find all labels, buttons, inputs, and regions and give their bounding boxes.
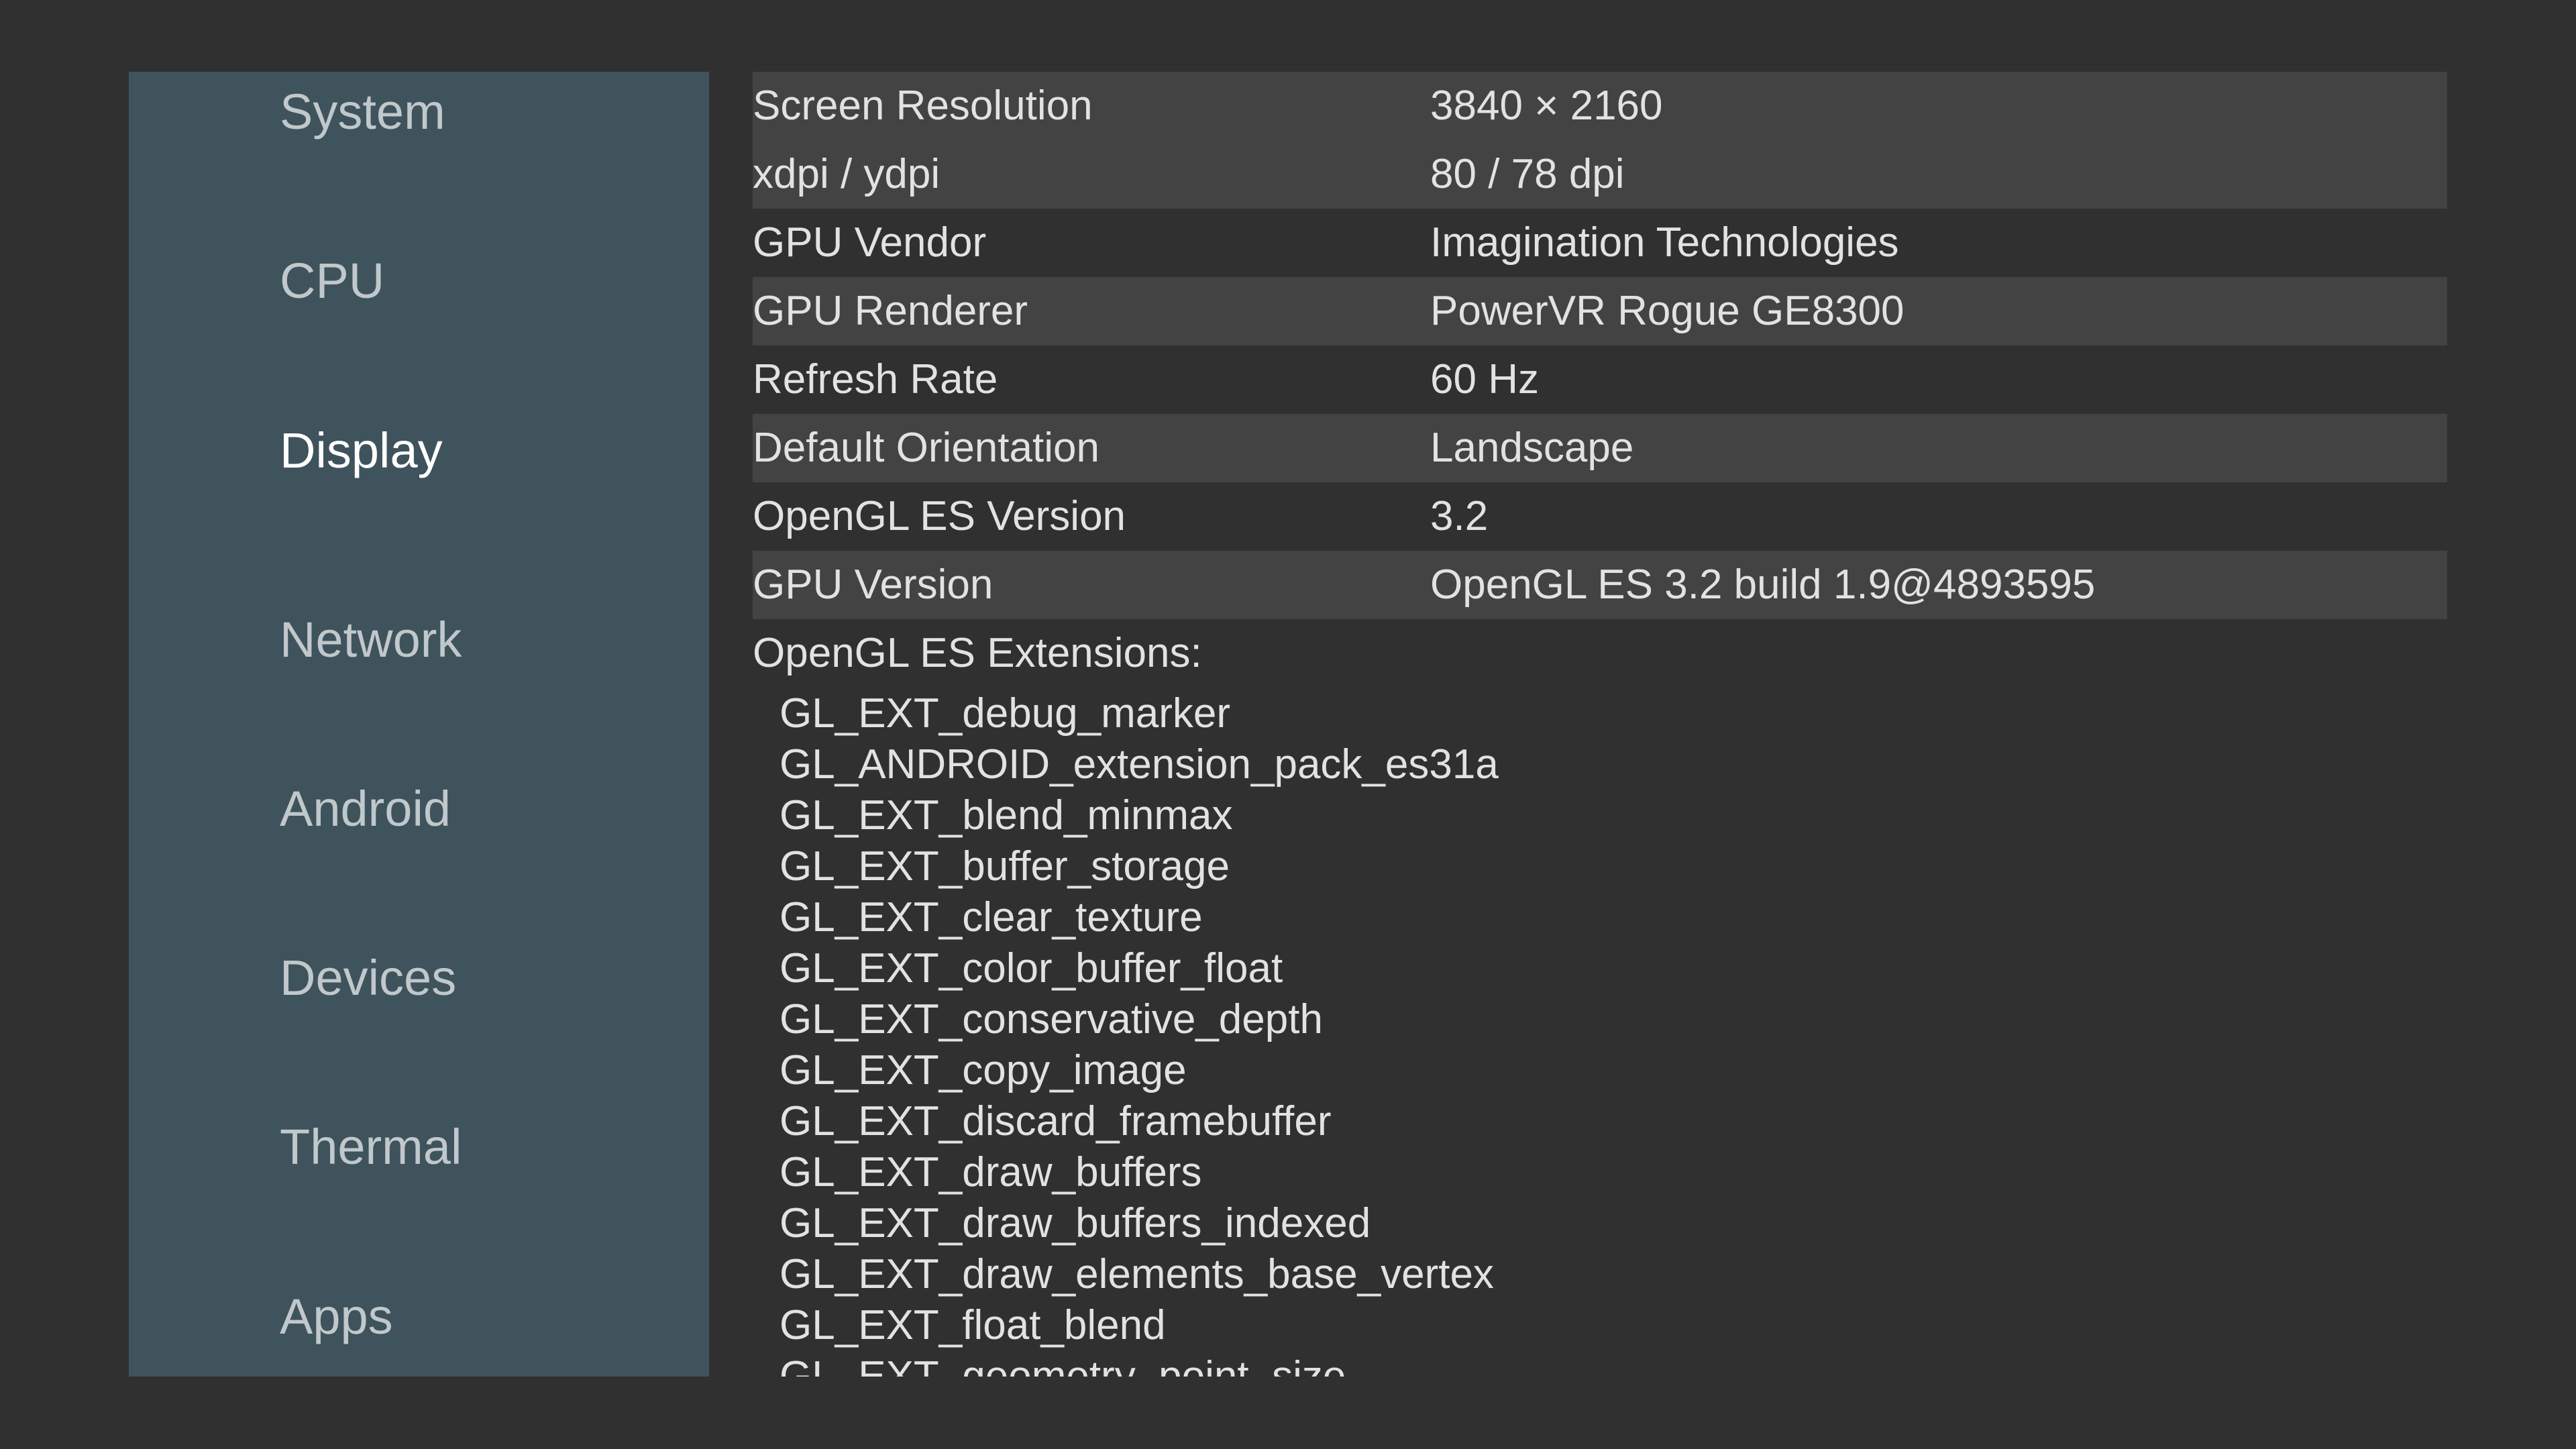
sidebar-item-apps[interactable]: Apps bbox=[280, 1287, 393, 1347]
list-item: GL_EXT_clear_texture bbox=[780, 894, 1203, 941]
sidebar-item-cpu[interactable]: CPU bbox=[280, 251, 384, 311]
row-value: 60 Hz bbox=[1430, 356, 1539, 402]
row-value: Landscape bbox=[1430, 425, 1634, 471]
row-value: 3840 × 2160 bbox=[1430, 83, 1663, 129]
sidebar-item-system[interactable]: System bbox=[280, 82, 445, 142]
info-row-gpu-renderer: GPU Renderer PowerVR Rogue GE8300 bbox=[753, 277, 2447, 345]
list-item: GL_EXT_draw_buffers_indexed bbox=[780, 1200, 1371, 1246]
sidebar-item-android[interactable]: Android bbox=[280, 779, 451, 839]
extensions-title: OpenGL ES Extensions: bbox=[753, 630, 1202, 676]
info-row-gpu-vendor: GPU Vendor Imagination Technologies bbox=[753, 209, 2447, 277]
info-row-default-orientation: Default Orientation Landscape bbox=[753, 414, 2447, 482]
sidebar: System CPU Display Network Android Devic… bbox=[129, 72, 709, 1377]
row-value: OpenGL ES 3.2 build 1.9@4893595 bbox=[1430, 561, 2096, 608]
info-table: Screen Resolution 3840 × 2160 xdpi / ydp… bbox=[753, 72, 2447, 619]
list-item: GL_EXT_float_blend bbox=[780, 1302, 1166, 1348]
list-item: GL_EXT_debug_marker bbox=[780, 690, 1231, 737]
info-row-refresh-rate: Refresh Rate 60 Hz bbox=[753, 345, 2447, 414]
extensions-list: GL_EXT_debug_marker GL_ANDROID_extension… bbox=[780, 688, 1499, 1377]
list-item: GL_ANDROID_extension_pack_es31a bbox=[780, 741, 1499, 788]
sidebar-item-devices[interactable]: Devices bbox=[280, 948, 456, 1008]
row-value: Imagination Technologies bbox=[1430, 219, 1899, 266]
row-key: OpenGL ES Version bbox=[753, 493, 1126, 539]
list-item: GL_EXT_buffer_storage bbox=[780, 843, 1230, 890]
list-item: GL_EXT_discard_framebuffer bbox=[780, 1098, 1332, 1144]
row-key: GPU Vendor bbox=[753, 219, 987, 266]
row-value: 3.2 bbox=[1430, 493, 1489, 539]
list-item: GL_EXT_conservative_depth bbox=[780, 996, 1323, 1042]
row-key: Default Orientation bbox=[753, 425, 1099, 471]
display-info-panel[interactable]: Screen Resolution 3840 × 2160 xdpi / ydp… bbox=[753, 72, 2447, 1377]
list-item: GL_EXT_draw_elements_base_vertex bbox=[780, 1251, 1494, 1297]
list-item: GL_EXT_color_buffer_float bbox=[780, 945, 1283, 991]
info-row-dpi: xdpi / ydpi 80 / 78 dpi bbox=[753, 140, 2447, 209]
list-item: GL_EXT_geometry_point_size bbox=[780, 1353, 1346, 1377]
row-key: GPU Renderer bbox=[753, 288, 1028, 334]
info-row-screen-resolution: Screen Resolution 3840 × 2160 bbox=[753, 72, 2447, 140]
row-key: GPU Version bbox=[753, 561, 994, 608]
list-item: GL_EXT_draw_buffers bbox=[780, 1149, 1202, 1195]
row-key: Refresh Rate bbox=[753, 356, 998, 402]
info-row-gpu-version: GPU Version OpenGL ES 3.2 build 1.9@4893… bbox=[753, 551, 2447, 619]
sidebar-item-network[interactable]: Network bbox=[280, 610, 462, 670]
row-key: Screen Resolution bbox=[753, 83, 1093, 129]
row-value: 80 / 78 dpi bbox=[1430, 151, 1625, 197]
sidebar-item-thermal[interactable]: Thermal bbox=[280, 1117, 462, 1177]
info-row-opengl-es-version: OpenGL ES Version 3.2 bbox=[753, 482, 2447, 551]
row-key: xdpi / ydpi bbox=[753, 151, 941, 197]
list-item: GL_EXT_copy_image bbox=[780, 1047, 1187, 1093]
row-value: PowerVR Rogue GE8300 bbox=[1430, 288, 1904, 334]
list-item: GL_EXT_blend_minmax bbox=[780, 792, 1233, 839]
sidebar-item-display[interactable]: Display bbox=[280, 421, 443, 481]
